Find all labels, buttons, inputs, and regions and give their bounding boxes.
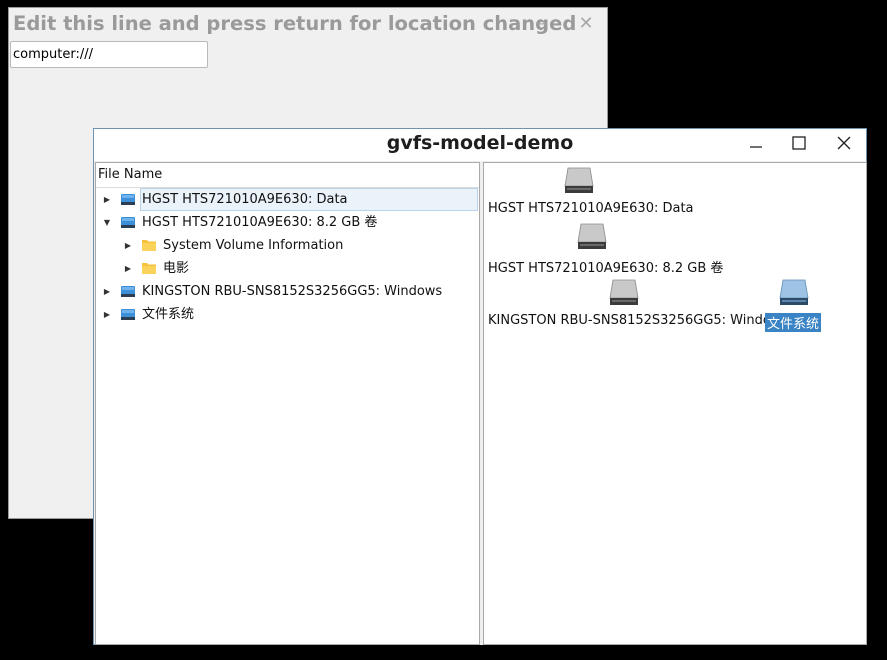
icon-view-item[interactable]: KINGSTON RBU-SNS8152S3256GG5: Windows xyxy=(484,275,788,331)
tree-row[interactable]: ▶ System Volume Information xyxy=(96,234,479,257)
tree-row-label: HGST HTS721010A9E630: 8.2 GB 卷 xyxy=(142,215,378,230)
minimize-icon xyxy=(750,146,762,148)
maximize-icon xyxy=(792,136,806,150)
location-window-title: Edit this line and press return for loca… xyxy=(13,12,577,35)
tree-row-label: System Volume Information xyxy=(163,238,344,253)
minimize-button[interactable]: – xyxy=(528,12,556,36)
drive-icon xyxy=(121,309,135,320)
close-button[interactable]: ✕ xyxy=(572,12,600,36)
expand-arrow-icon[interactable]: ▶ xyxy=(102,280,112,303)
icon-view-label: 文件系统 xyxy=(765,313,822,332)
drive-icon xyxy=(121,217,135,228)
expand-arrow-icon[interactable]: ▶ xyxy=(123,257,133,280)
collapse-arrow-icon[interactable]: ▼ xyxy=(102,211,112,234)
gvfs-demo-titlebar[interactable]: gvfs-model-demo xyxy=(94,129,866,161)
drive-icon xyxy=(121,286,135,297)
hard-disk-icon xyxy=(609,279,639,305)
gvfs-demo-window: gvfs-model-demo File Name ▶ HGST HTS7210… xyxy=(93,128,867,645)
icon-view-item[interactable]: HGST HTS721010A9E630: 8.2 GB 卷 xyxy=(484,219,866,276)
hard-disk-icon xyxy=(577,223,607,249)
location-window-titlebar[interactable]: Edit this line and press return for loca… xyxy=(9,8,607,40)
tree-row-label: KINGSTON RBU-SNS8152S3256GG5: Windows xyxy=(142,284,443,299)
tree-row-label: 文件系统 xyxy=(142,307,195,322)
expand-arrow-icon[interactable]: ▶ xyxy=(123,234,133,257)
tree-row-label: HGST HTS721010A9E630: Data xyxy=(142,192,348,207)
tree-view[interactable]: File Name ▶ HGST HTS721010A9E630: Data ▼… xyxy=(95,162,480,645)
close-button[interactable] xyxy=(824,131,864,159)
tree-row[interactable]: ▼ HGST HTS721010A9E630: 8.2 GB 卷 xyxy=(96,211,479,234)
icon-view-label: HGST HTS721010A9E630: 8.2 GB 卷 xyxy=(488,261,724,276)
icon-view-item[interactable]: HGST HTS721010A9E630: Data xyxy=(484,163,866,219)
location-input[interactable] xyxy=(10,41,208,68)
icon-view[interactable]: HGST HTS721010A9E630: Data HGST HTS72101… xyxy=(483,162,867,645)
expand-arrow-icon[interactable]: ▶ xyxy=(102,303,112,326)
tree-row-label: 电影 xyxy=(163,261,190,276)
folder-icon xyxy=(142,240,156,251)
folder-icon xyxy=(142,263,156,274)
close-icon xyxy=(837,136,851,150)
column-header-file-name[interactable]: File Name xyxy=(96,163,479,188)
icon-view-label: HGST HTS721010A9E630: Data xyxy=(488,201,694,216)
hard-disk-icon xyxy=(564,167,594,193)
icon-view-label: KINGSTON RBU-SNS8152S3256GG5: Windows xyxy=(488,313,789,328)
hard-disk-icon xyxy=(779,279,809,305)
tree-row[interactable]: ▶ 电影 xyxy=(96,257,479,280)
tree-row[interactable]: ▶ KINGSTON RBU-SNS8152S3256GG5: Windows xyxy=(96,280,479,303)
minimize-button[interactable] xyxy=(736,131,776,159)
tree-row[interactable]: ▶ 文件系统 xyxy=(96,303,479,326)
icon-view-item-selected[interactable]: 文件系统 xyxy=(764,275,824,332)
tree-row[interactable]: ▶ HGST HTS721010A9E630: Data xyxy=(96,188,479,211)
expand-arrow-icon[interactable]: ▶ xyxy=(102,188,112,211)
maximize-button[interactable] xyxy=(779,131,819,159)
drive-icon xyxy=(121,194,135,205)
